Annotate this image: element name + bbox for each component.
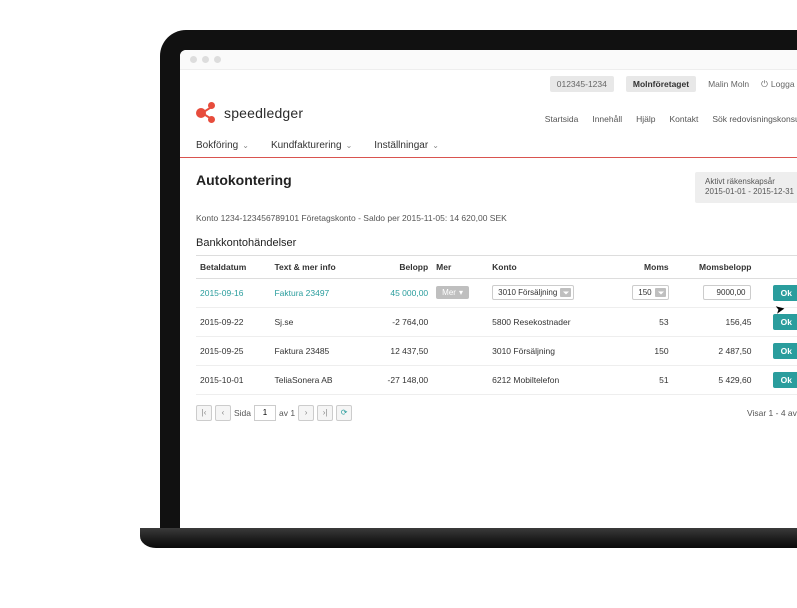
cell-info: Faktura 23497 (270, 278, 365, 307)
cell-date: 2015-09-22 (196, 307, 270, 336)
company-name[interactable]: Molnföretaget (626, 76, 696, 92)
table-row: 2015-10-01TeliaSonera AB-27 148,00 6212 M… (196, 365, 797, 394)
pager-last[interactable]: ›| (317, 405, 333, 421)
cell-amount: -27 148,00 (365, 365, 432, 394)
col-info: Text & mer info (270, 255, 365, 278)
cell-konto: 3010 Försäljning (488, 278, 612, 307)
col-amount: Belopp (365, 255, 432, 278)
cell-info: Faktura 23485 (270, 336, 365, 365)
chevron-down-icon: ⌄ (432, 141, 439, 150)
col-moms: Moms (612, 255, 673, 278)
account-meta: Konto 1234-123456789101 Företagskonto - … (196, 213, 797, 223)
pager-prev[interactable]: ‹ (215, 405, 231, 421)
ok-button[interactable]: Ok (773, 343, 797, 359)
page-title: Autokontering (196, 172, 292, 188)
main-nav: Bokföring ⌄ Kundfakturering ⌄ Inställnin… (180, 132, 797, 158)
pager-av-label: av 1 (279, 408, 295, 418)
fiscal-label: Aktivt räkenskapsår (705, 177, 794, 187)
col-mer: Mer (432, 255, 488, 278)
pager-page-input[interactable] (254, 405, 276, 421)
cell-moms: 150 (612, 336, 673, 365)
sub-nav: Startsida Innehåll Hjälp Kontakt Sök red… (545, 114, 797, 124)
konto-dropdown[interactable]: 3010 Försäljning (492, 285, 574, 300)
window-traffic-lights (180, 50, 797, 70)
laptop-base (140, 528, 797, 548)
logo-text: speedledger (224, 105, 303, 121)
cell-momsbelopp: 5 429,60 (673, 365, 756, 394)
nav-kundfakturering[interactable]: Kundfakturering ⌄ (271, 140, 352, 151)
cell-amount: 45 000,00 (365, 278, 432, 307)
cell-konto: 3010 Försäljning (488, 336, 612, 365)
subnav-kontakt[interactable]: Kontakt (670, 114, 699, 124)
pager-sida-label: Sida (234, 408, 251, 418)
cell-info: Sj.se (270, 307, 365, 336)
pager-next[interactable]: › (298, 405, 314, 421)
account-number: 012345-1234 (550, 76, 614, 92)
logout-label: Logga ut (771, 79, 797, 89)
table-row: 2015-09-22Sj.se-2 764,00 5800 Resekostnad… (196, 307, 797, 336)
pager-first[interactable]: |‹ (196, 405, 212, 421)
cell-info: TeliaSonera AB (270, 365, 365, 394)
logo[interactable]: speedledger (196, 102, 303, 124)
cell-momsbelopp: 156,45 (673, 307, 756, 336)
cursor-icon: ➤ (774, 301, 786, 317)
cell-mer: Mer ▾ (432, 278, 488, 307)
nav-bokforing[interactable]: Bokföring ⌄ (196, 140, 249, 151)
logo-icon (196, 102, 218, 124)
fiscal-year-badge: Aktivt räkenskapsår 2015-01-01 - 2015-12… (695, 172, 797, 203)
cell-konto: 5800 Resekostnader (488, 307, 612, 336)
transactions-table: Betaldatum Text & mer info Belopp Mer Ko… (196, 255, 797, 395)
col-konto: Konto (488, 255, 612, 278)
subnav-innehall[interactable]: Innehåll (592, 114, 622, 124)
nav-label: Kundfakturering (271, 140, 342, 151)
col-momsbelopp: Momsbelopp (673, 255, 756, 278)
table-row: 2015-09-25Faktura 2348512 437,50 3010 För… (196, 336, 797, 365)
cell-date: 2015-09-25 (196, 336, 270, 365)
cell-amount: -2 764,00 (365, 307, 432, 336)
cell-amount: 12 437,50 (365, 336, 432, 365)
cell-momsbelopp: 2 487,50 (673, 336, 756, 365)
nav-label: Inställningar (374, 140, 428, 151)
subnav-sok-konsult[interactable]: Sök redovisningskonsult (712, 114, 797, 124)
chevron-down-icon: ⌄ (346, 141, 353, 150)
table-row: 2015-09-16Faktura 2349745 000,00 Mer ▾ 301… (196, 278, 797, 307)
cell-moms: 53 (612, 307, 673, 336)
power-icon: ⏻ (761, 79, 768, 90)
ok-button[interactable]: Ok (773, 285, 797, 301)
ok-button[interactable]: Ok (773, 372, 797, 388)
mer-button[interactable]: Mer ▾ (436, 286, 469, 299)
chevron-down-icon: ▾ (459, 288, 463, 297)
nav-label: Bokföring (196, 140, 238, 151)
section-title: Bankkontohändelser (196, 237, 797, 249)
cell-date: 2015-10-01 (196, 365, 270, 394)
fiscal-range: 2015-01-01 - 2015-12-31 (705, 187, 794, 197)
cell-moms: 150 (612, 278, 673, 307)
logout-link[interactable]: ⏻ Logga ut (761, 79, 797, 90)
pager: |‹ ‹ Sida av 1 › ›| ⟳ Visar 1 - 4 av 4 (196, 405, 797, 421)
cell-momsbelopp: 9000,00 (673, 278, 756, 307)
refresh-icon[interactable]: ⟳ (336, 405, 352, 421)
pager-summary: Visar 1 - 4 av 4 (747, 408, 797, 418)
col-date: Betaldatum (196, 255, 270, 278)
momsbelopp-input[interactable]: 9000,00 (703, 285, 751, 300)
subnav-startsida[interactable]: Startsida (545, 114, 579, 124)
subnav-hjalp[interactable]: Hjälp (636, 114, 655, 124)
cell-date: 2015-09-16 (196, 278, 270, 307)
chevron-down-icon: ⌄ (242, 141, 249, 150)
user-name: Malin Moln (708, 79, 749, 89)
cell-konto: 6212 Mobiltelefon (488, 365, 612, 394)
moms-dropdown[interactable]: 150 (632, 285, 668, 300)
nav-installningar[interactable]: Inställningar ⌄ (374, 140, 439, 151)
cell-moms: 51 (612, 365, 673, 394)
